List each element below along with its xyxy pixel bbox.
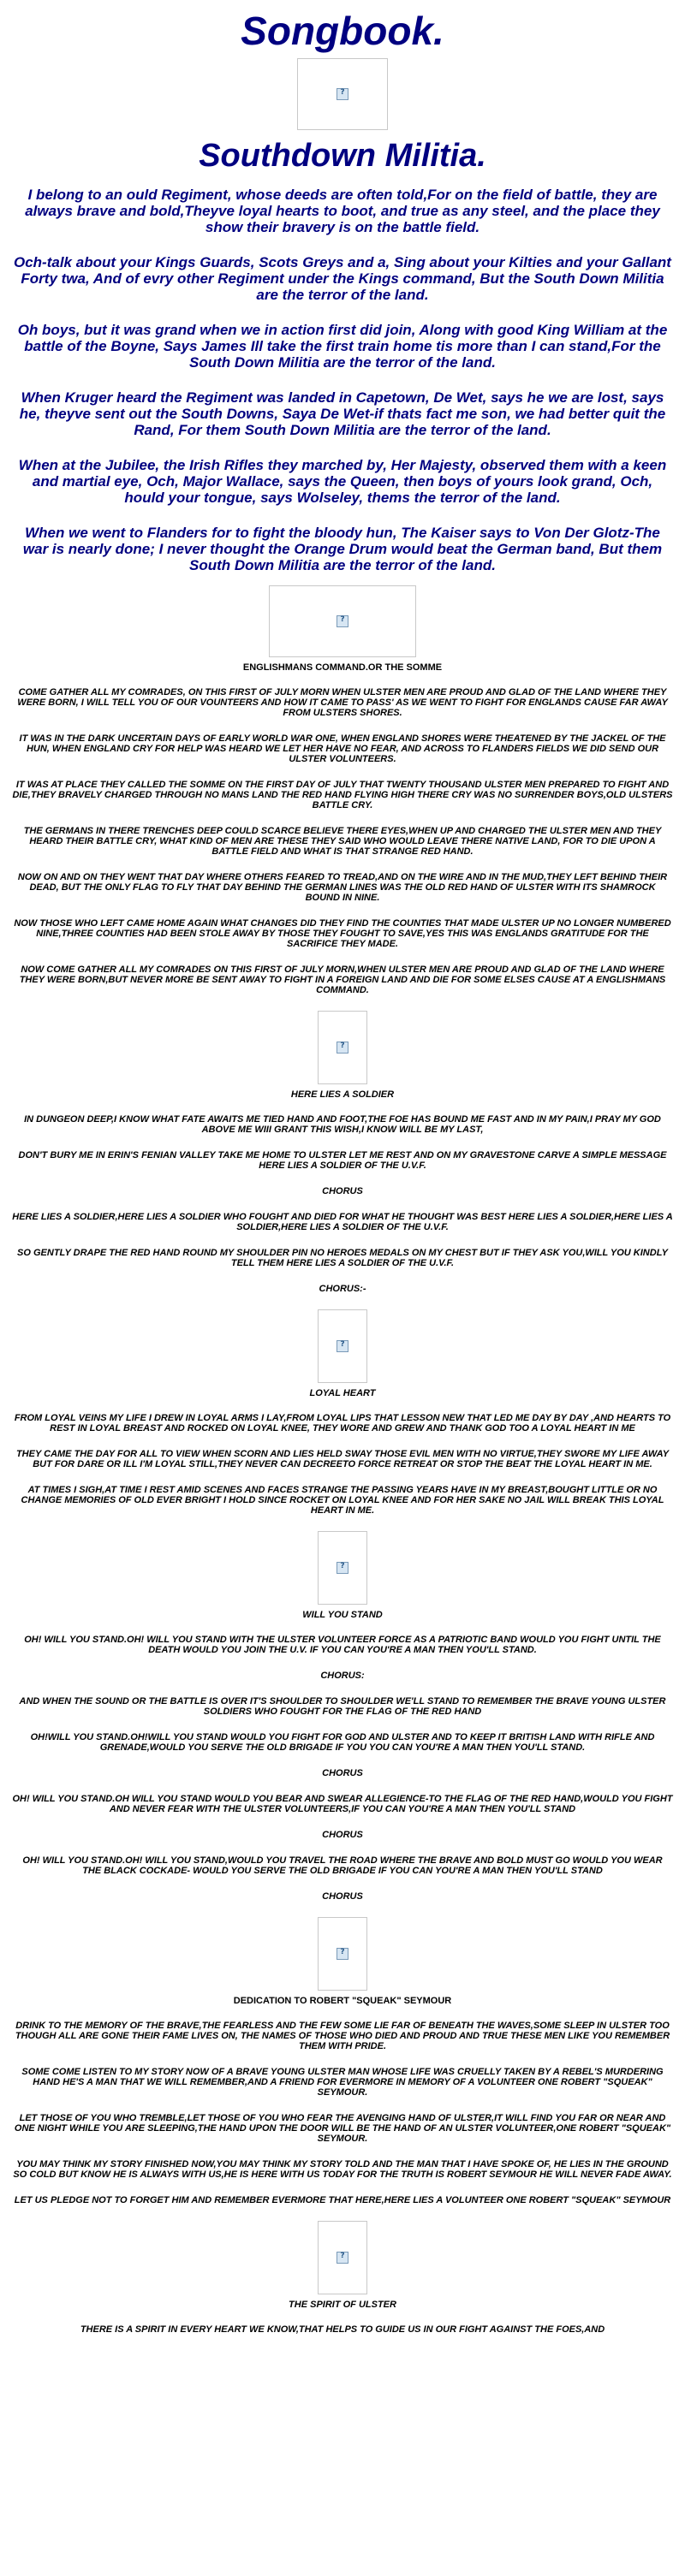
will-you-stand-verse: OH! WILL YOU STAND.OH WILL YOU STAND WOU…: [12, 1794, 673, 1814]
chorus-label: CHORUS: [322, 1830, 363, 1840]
here-lies-verse: IN DUNGEON DEEP,I KNOW WHAT FATE AWAITS …: [24, 1114, 661, 1135]
image-placeholder-4: [318, 1309, 367, 1383]
chorus-label: CHORUS:-: [319, 1284, 366, 1294]
broken-image-icon: [337, 1562, 348, 1574]
will-you-stand-verse: OH! WILL YOU STAND.OH! WILL YOU STAND,WO…: [22, 1855, 663, 1876]
image-placeholder-1: [297, 58, 388, 130]
image-placeholder-3: [318, 1011, 367, 1084]
here-lies-verse: DON'T BURY ME IN ERIN'S FENIAN VALLEY TA…: [18, 1150, 667, 1171]
broken-image-icon: [337, 1042, 348, 1054]
englishmans-verse: NOW ON AND ON THEY WENT THAT DAY WHERE O…: [17, 872, 668, 903]
broken-image-icon: [337, 2252, 348, 2264]
here-lies-verse: SO GENTLY DRAPE THE RED HAND ROUND MY SH…: [17, 1248, 668, 1268]
chorus-label: CHORUS: [322, 1768, 363, 1778]
loyal-heart-verse: THEY CAME THE DAY FOR ALL TO VIEW WHEN S…: [15, 1449, 670, 1469]
englishmans-verse: IT WAS IN THE DARK UNCERTAIN DAYS OF EAR…: [19, 733, 666, 764]
song-heading-loyal-heart: LOYAL HEART: [309, 1388, 376, 1398]
chorus-label: CHORUS: [322, 1186, 363, 1196]
englishmans-verse: NOW THOSE WHO LEFT CAME HOME AGAIN WHAT …: [14, 918, 671, 949]
southdown-verse: When at the Jubilee, the Irish Rifles th…: [18, 457, 667, 506]
will-you-stand-verse: OH!WILL YOU STAND.OH!WILL YOU STAND WOUL…: [30, 1732, 655, 1753]
song-heading-will-you-stand: WILL YOU STAND: [302, 1610, 383, 1620]
englishmans-verse: IT WAS AT PLACE THEY CALLED THE SOMME ON…: [12, 780, 673, 810]
image-placeholder-5: [318, 1531, 367, 1605]
broken-image-icon: [337, 1340, 348, 1352]
song-heading-spirit-of-ulster: THE SPIRIT OF ULSTER: [289, 2300, 396, 2310]
song-heading-dedication-seymour: DEDICATION TO ROBERT "SQUEAK" SEYMOUR: [233, 1996, 452, 2006]
southdown-verse: Och-talk about your Kings Guards, Scots …: [14, 254, 671, 303]
southdown-verse: I belong to an ould Regiment, whose deed…: [25, 187, 660, 235]
song-heading-here-lies-a-soldier: HERE LIES A SOLDIER: [290, 1089, 395, 1100]
southdown-verse: When Kruger heard the Regiment was lande…: [19, 389, 666, 438]
will-you-stand-verse: OH! WILL YOU STAND.OH! WILL YOU STAND WI…: [24, 1635, 661, 1655]
seymour-verse: LET US PLEDGE NOT TO FORGET HIM AND REME…: [14, 2195, 671, 2205]
image-placeholder-2: [269, 585, 416, 657]
chorus-label: CHORUS:: [320, 1671, 365, 1681]
song-title-southdown: Southdown Militia.: [199, 138, 486, 174]
page-title: Songbook.: [241, 9, 444, 53]
englishmans-verse: COME GATHER ALL MY COMRADES, ON THIS FIR…: [17, 687, 668, 718]
song-heading-englishmans-command: ENGLISHMANS COMMAND.OR THE SOMME: [242, 662, 443, 673]
broken-image-icon: [337, 1948, 348, 1960]
spirit-verse: THERE IS A SPIRIT IN EVERY HEART WE KNOW…: [80, 2324, 605, 2335]
loyal-heart-verse: FROM LOYAL VEINS MY LIFE I DREW IN LOYAL…: [14, 1413, 671, 1433]
broken-image-icon: [337, 88, 348, 100]
broken-image-icon: [337, 615, 348, 627]
loyal-heart-verse: AT TIMES I SIGH,AT TIME I REST AMID SCEN…: [21, 1485, 664, 1516]
here-lies-chorus: HERE LIES A SOLDIER,HERE LIES A SOLDIER …: [12, 1212, 673, 1232]
chorus-label: CHORUS: [322, 1891, 363, 1902]
image-placeholder-6: [318, 1917, 367, 1991]
englishmans-verse: NOW COME GATHER ALL MY COMRADES ON THIS …: [19, 965, 666, 995]
southdown-verse: Oh boys, but it was grand when we in act…: [17, 322, 668, 371]
seymour-verse: SOME COME LISTEN TO MY STORY NOW OF A BR…: [21, 2067, 664, 2098]
seymour-verse: DRINK TO THE MEMORY OF THE BRAVE,THE FEA…: [15, 2021, 670, 2051]
southdown-verse: When we went to Flanders for to fight th…: [22, 525, 663, 573]
will-you-stand-chorus: AND WHEN THE SOUND OR THE BATTLE IS OVER…: [19, 1696, 666, 1717]
seymour-verse: YOU MAY THINK MY STORY FINISHED NOW,YOU …: [13, 2159, 672, 2180]
seymour-verse: LET THOSE OF YOU WHO TREMBLE,LET THOSE O…: [14, 2113, 671, 2144]
englishmans-verse: THE GERMANS IN THERE TRENCHES DEEP COULD…: [23, 826, 662, 857]
songbook-page: Songbook. Southdown Militia. I belong to…: [0, 9, 685, 2335]
image-placeholder-7: [318, 2221, 367, 2294]
